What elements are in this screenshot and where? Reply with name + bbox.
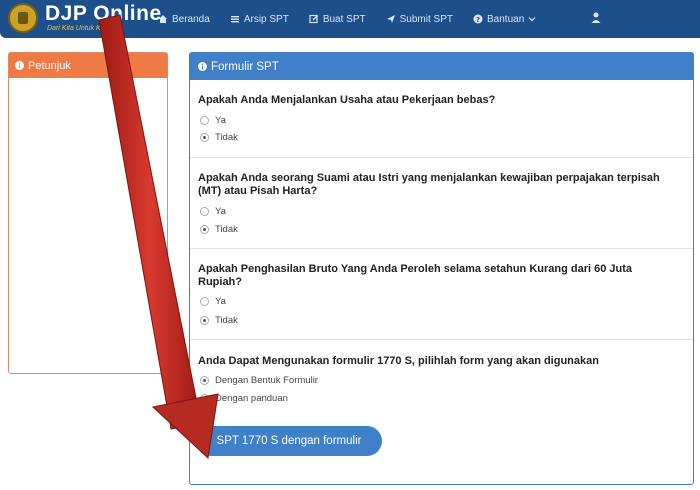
option-label: Ya xyxy=(215,296,226,307)
user-icon[interactable] xyxy=(591,12,601,23)
main-nav: Beranda Arsip SPT Buat SPT Submit SPT ? … xyxy=(158,0,556,38)
brand-title[interactable]: DJP Online xyxy=(45,2,162,26)
nav-buat-spt-label: Buat SPT xyxy=(322,13,366,25)
nav-arsip-spt[interactable]: Arsip SPT xyxy=(230,14,289,25)
info-icon xyxy=(15,61,24,70)
option-q1-ya[interactable]: Ya xyxy=(200,115,226,126)
radio-dengan-panduan[interactable] xyxy=(200,394,209,403)
spt-1770s-formulir-button[interactable]: SPT 1770 S dengan formulir xyxy=(196,426,382,456)
petunjuk-panel-header: Petunjuk xyxy=(9,53,167,78)
svg-text:?: ? xyxy=(476,16,480,24)
radio-q1-ya[interactable] xyxy=(200,116,209,125)
question-suami-istri-mt: Apakah Anda seorang Suami atau Istri yan… xyxy=(198,172,660,197)
formulir-spt-title: Formulir SPT xyxy=(211,60,279,73)
petunjuk-title: Petunjuk xyxy=(28,59,71,72)
option-label: Tidak xyxy=(215,315,238,326)
option-dengan-bentuk-formulir[interactable]: Dengan Bentuk Formulir xyxy=(200,375,318,386)
radio-q3-tidak[interactable] xyxy=(200,316,209,325)
petunjuk-panel: Petunjuk xyxy=(8,52,168,374)
option-label: Ya xyxy=(215,115,226,126)
radio-dengan-bentuk-formulir[interactable] xyxy=(200,376,209,385)
divider xyxy=(190,157,693,158)
radio-q2-ya[interactable] xyxy=(200,207,209,216)
divider xyxy=(190,339,693,340)
question-formulir-1770s: Anda Dapat Mengunakan formulir 1770 S, p… xyxy=(198,355,599,367)
option-q3-tidak[interactable]: Tidak xyxy=(200,315,238,326)
option-q2-tidak[interactable]: Tidak xyxy=(200,224,238,235)
brand-tagline: Dari Kita Untuk Kita xyxy=(47,25,109,32)
djp-logo-icon[interactable] xyxy=(8,3,38,33)
top-navbar: DJP Online Dari Kita Untuk Kita Beranda … xyxy=(0,0,700,38)
radio-q3-ya[interactable] xyxy=(200,297,209,306)
nav-submit-spt-label: Submit SPT xyxy=(399,13,453,25)
nav-beranda[interactable]: Beranda xyxy=(158,14,210,25)
nav-bantuan-label: Bantuan xyxy=(487,13,525,25)
send-icon xyxy=(386,15,395,23)
question-icon: ? xyxy=(473,14,483,24)
question-usaha-bebas: Apakah Anda Menjalankan Usaha atau Peker… xyxy=(198,94,496,106)
formulir-spt-header: Formulir SPT xyxy=(190,53,693,80)
info-icon xyxy=(198,62,207,71)
nav-arsip-spt-label: Arsip SPT xyxy=(243,13,289,25)
option-label: Ya xyxy=(215,206,226,217)
question-penghasilan-bruto: Apakah Penghasilan Bruto Yang Anda Perol… xyxy=(198,263,633,288)
home-icon xyxy=(159,15,167,23)
nav-beranda-label: Beranda xyxy=(172,13,210,25)
list-icon xyxy=(230,16,239,23)
option-q1-tidak[interactable]: Tidak xyxy=(200,132,238,143)
option-q3-ya[interactable]: Ya xyxy=(200,296,226,307)
radio-q2-tidak[interactable] xyxy=(200,225,209,234)
option-label: Tidak xyxy=(215,224,238,235)
nav-submit-spt[interactable]: Submit SPT xyxy=(386,14,453,25)
divider xyxy=(190,248,693,249)
option-label: Dengan panduan xyxy=(215,393,288,404)
option-q2-ya[interactable]: Ya xyxy=(200,206,226,217)
nav-buat-spt[interactable]: Buat SPT xyxy=(309,14,366,25)
edit-icon xyxy=(309,14,318,24)
option-label: Tidak xyxy=(215,132,238,143)
nav-bantuan[interactable]: ? Bantuan xyxy=(473,14,536,25)
chevron-down-icon xyxy=(528,17,536,22)
option-dengan-panduan[interactable]: Dengan panduan xyxy=(200,393,288,404)
radio-q1-tidak[interactable] xyxy=(200,133,209,142)
option-label: Dengan Bentuk Formulir xyxy=(215,375,318,386)
